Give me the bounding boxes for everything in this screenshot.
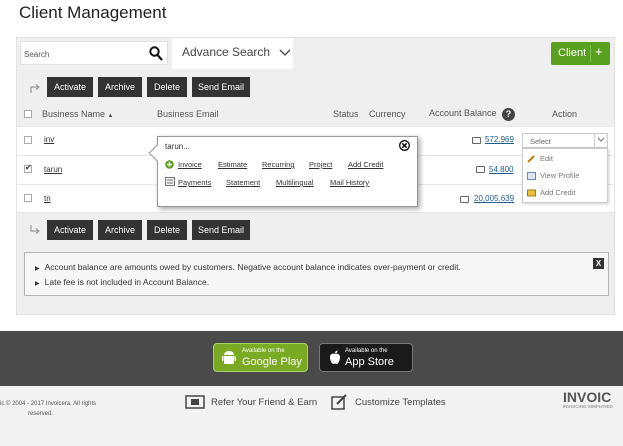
popover-link-recurring[interactable]: Recurring [262,160,295,169]
search-input[interactable] [24,47,140,61]
popover-link-multilingual[interactable]: Multilingual [276,178,314,187]
google-play-small-text: Available on the [242,348,285,354]
search-icon[interactable] [149,46,163,61]
refer-friend-link[interactable]: Refer Your Friend & Earn [211,397,317,408]
row-checkbox[interactable] [24,194,32,202]
add-client-button[interactable]: Client + [551,42,610,65]
profile-icon [527,172,536,181]
brand-logo: INVOIC [563,389,612,405]
row-checkbox[interactable] [24,163,32,173]
close-icon[interactable] [399,140,410,151]
send-email-button[interactable]: Send Email [192,220,250,240]
close-icon[interactable]: X [593,258,604,269]
activate-button[interactable]: Activate [47,220,93,240]
popover-link-estimate[interactable]: Estimate [218,160,247,169]
page-title: Client Management [19,3,167,22]
popover-link-add-credit[interactable]: Add Credit [348,160,383,169]
archive-button[interactable]: Archive [98,220,142,240]
popover-link-payments[interactable]: Payments [178,178,211,187]
credit-icon [527,189,536,197]
sort-ascending-icon: ▲ [107,113,114,119]
menu-item-add-credit[interactable]: Add Credit [527,188,575,197]
select-arrow-icon [30,225,40,234]
chevron-down-icon [594,134,607,147]
popover-link-invoice[interactable]: Invoice [178,160,202,169]
app-store-big-text: App Store [345,356,394,368]
archive-button[interactable]: Archive [98,77,142,97]
header-currency: Currency [369,109,406,119]
popover-title: tarun... [165,142,190,151]
header-account-balance: Account Balance [429,108,497,118]
action-select-value: Select [530,137,551,146]
header-business-email: Business Email [157,109,219,119]
add-icon [165,160,174,169]
customize-templates-icon [331,394,347,410]
client-quick-actions-popover: tarun... Invoice Estimate Recurring Proj… [148,136,418,207]
chevron-down-icon [279,49,291,56]
copyright-text: ic © 2004 - 2017 Invoicera. All rights [0,401,97,407]
business-name-link[interactable]: tn [44,194,51,203]
account-balance-link[interactable]: 572.969 [485,135,514,144]
popover-link-mail-history[interactable]: Mail History [330,178,369,187]
popover-link-project[interactable]: Project [309,160,332,169]
send-email-button[interactable]: Send Email [192,77,250,97]
header-status: Status [333,109,359,119]
app-store-small-text: Available on the [345,348,388,354]
refer-friend-icon [185,395,205,409]
bullet-arrow-icon: ▶ [35,281,40,287]
business-name-link[interactable]: tarun [44,165,62,174]
menu-item-edit[interactable]: Edit [527,154,553,163]
info-notes-box: ▶ Account balance are amounts owed by cus… [24,252,609,296]
action-menu: Edit View Profile Add Credit [522,148,608,203]
note-late-fee: ▶ Late fee is not included in Account Bal… [35,277,210,287]
note-account-balance: ▶ Account balance are amounts owed by cus… [35,262,461,272]
action-select[interactable]: Select [522,133,608,148]
statement-icon[interactable] [460,196,469,203]
advanced-search-label: Advance Search [182,45,271,59]
statement-icon[interactable] [472,137,481,144]
activate-button[interactable]: Activate [47,77,93,97]
delete-button[interactable]: Delete [147,77,187,97]
android-icon [222,351,236,364]
app-footer: Available on the Google Play Available o… [0,331,623,386]
app-store-badge[interactable]: Available on the App Store [319,343,413,372]
customize-templates-link[interactable]: Customize Templates [355,397,446,408]
bottom-bar: ic © 2004 - 2017 Invoicera. All rights r… [0,386,623,446]
copyright-text-2: reserved. [28,411,54,417]
header-action: Action [552,109,578,119]
google-play-badge[interactable]: Available on the Google Play [213,343,308,372]
advanced-search-dropdown[interactable]: Advance Search [172,38,293,69]
apple-icon [330,350,340,364]
help-icon[interactable]: ? [502,108,515,121]
delete-button[interactable]: Delete [147,220,187,240]
brand-tagline: INVOICING SIMPLIFIED [563,404,613,409]
header-business-name[interactable]: Business Name ▲ [42,109,114,119]
select-arrow-icon [30,84,40,93]
popover-link-statement[interactable]: Statement [226,178,260,187]
payments-icon [165,177,175,186]
google-play-big-text: Google Play [242,356,302,368]
statement-icon[interactable] [476,166,485,173]
button-divider [590,45,591,62]
plus-icon: + [595,44,603,59]
business-name-link[interactable]: inv [44,135,54,144]
row-checkbox[interactable] [24,136,32,144]
account-balance-link[interactable]: 54.800 [489,165,513,174]
bullet-arrow-icon: ▶ [35,266,40,272]
menu-item-view-profile[interactable]: View Profile [527,171,579,181]
search-box [20,41,168,65]
account-balance-link[interactable]: 20,005.639 [474,194,514,203]
select-all-checkbox[interactable] [24,110,32,118]
client-button-label: Client [558,47,587,59]
pencil-icon [527,155,535,163]
